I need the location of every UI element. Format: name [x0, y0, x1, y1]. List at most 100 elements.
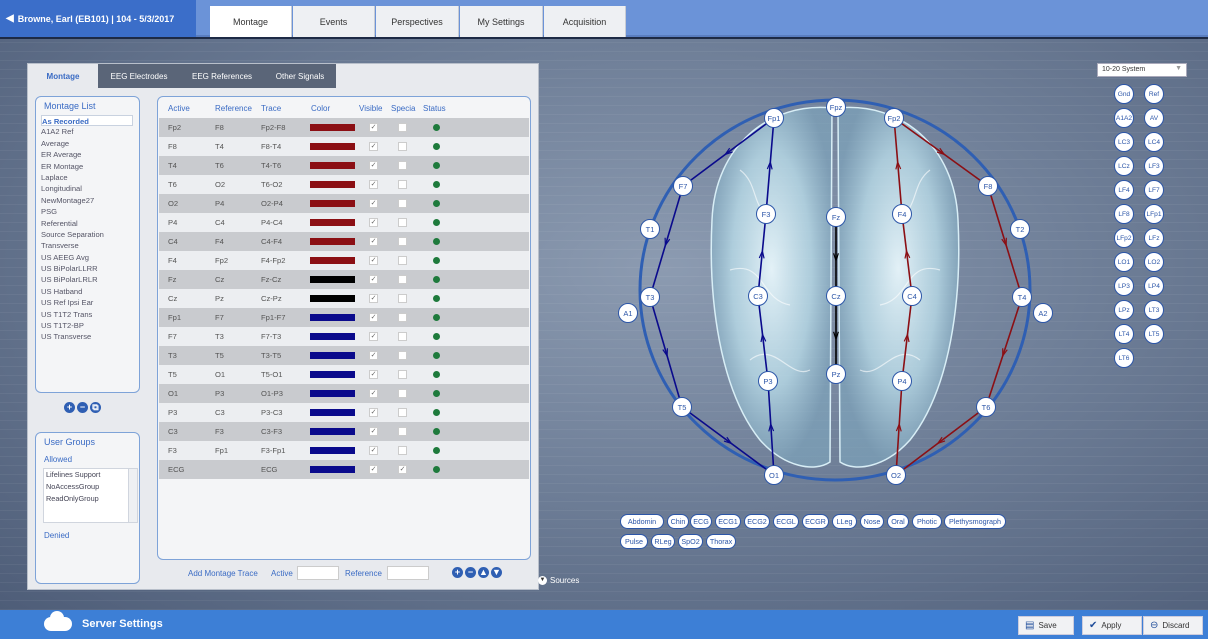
special-checkbox[interactable] [398, 313, 407, 322]
montage-list-item[interactable]: US Ref Ipsi Ear [41, 297, 139, 308]
electrode-T1[interactable]: T1 [640, 219, 660, 239]
signal-pill[interactable]: ECG [690, 514, 712, 529]
signal-pill[interactable]: Chin [667, 514, 689, 529]
extra-electrode[interactable]: LF8 [1114, 204, 1134, 224]
extra-electrode[interactable]: LO1 [1114, 252, 1134, 272]
visible-checkbox[interactable]: ✓ [369, 427, 378, 436]
trace-row[interactable]: O2 P4 O2-P4 ✓ [159, 194, 529, 213]
electrode-T4[interactable]: T4 [1012, 287, 1032, 307]
trace-color-swatch[interactable] [310, 314, 355, 321]
extra-electrode[interactable]: LFz [1144, 228, 1164, 248]
special-checkbox[interactable] [398, 294, 407, 303]
visible-checkbox[interactable]: ✓ [369, 446, 378, 455]
extra-electrode[interactable]: LF4 [1114, 180, 1134, 200]
special-checkbox[interactable] [398, 275, 407, 284]
chevron-down-icon[interactable]: ▼ [1175, 65, 1182, 72]
extra-electrode[interactable]: LO2 [1144, 252, 1164, 272]
discard-button[interactable]: ⊖ Discard [1143, 616, 1203, 635]
visible-checkbox[interactable]: ✓ [369, 408, 378, 417]
save-button[interactable]: ▤ Save [1018, 616, 1074, 635]
visible-checkbox[interactable]: ✓ [369, 465, 378, 474]
electrode-Pz[interactable]: Pz [826, 364, 846, 384]
visible-checkbox[interactable]: ✓ [369, 370, 378, 379]
signal-pill[interactable]: ECGR [802, 514, 829, 529]
signal-pill[interactable]: Pulse [620, 534, 648, 549]
apply-button[interactable]: ✔ Apply [1082, 616, 1142, 635]
electrode-O1[interactable]: O1 [764, 465, 784, 485]
signal-pill[interactable]: Thorax [706, 534, 736, 549]
visible-checkbox[interactable]: ✓ [369, 256, 378, 265]
special-checkbox[interactable] [398, 351, 407, 360]
special-checkbox[interactable] [398, 123, 407, 132]
trace-color-swatch[interactable] [310, 219, 355, 226]
special-checkbox[interactable] [398, 446, 407, 455]
visible-checkbox[interactable]: ✓ [369, 123, 378, 132]
trace-row[interactable]: O1 P3 O1-P3 ✓ [159, 384, 529, 403]
subtab-other-signals[interactable]: Other Signals [264, 64, 336, 88]
signal-pill[interactable]: Abdomin [620, 514, 664, 529]
special-checkbox[interactable] [398, 237, 407, 246]
signal-pill[interactable]: ECGL [773, 514, 799, 529]
trace-row[interactable]: F7 T3 F7-T3 ✓ [159, 327, 529, 346]
visible-checkbox[interactable]: ✓ [369, 199, 378, 208]
visible-checkbox[interactable]: ✓ [369, 332, 378, 341]
electrode-A1[interactable]: A1 [618, 303, 638, 323]
trace-color-swatch[interactable] [310, 238, 355, 245]
add-montage-button[interactable]: + [64, 402, 75, 413]
special-checkbox[interactable] [398, 370, 407, 379]
trace-color-swatch[interactable] [310, 428, 355, 435]
trace-row[interactable]: T6 O2 T6-O2 ✓ [159, 175, 529, 194]
extra-electrode[interactable]: A1A2 [1114, 108, 1134, 128]
extra-electrode[interactable]: LPz [1114, 300, 1134, 320]
electrode-F7[interactable]: F7 [673, 176, 693, 196]
tab-acquisition[interactable]: Acquisition [544, 6, 626, 37]
group-item[interactable]: ReadOnlyGroup [44, 493, 137, 505]
signal-pill[interactable]: Plethysmograph [944, 514, 1006, 529]
subtab-eeg-references[interactable]: EEG References [180, 64, 264, 88]
tab-events[interactable]: Events [293, 6, 375, 37]
trace-color-swatch[interactable] [310, 162, 355, 169]
montage-list-item[interactable]: A1A2 Ref [41, 126, 139, 137]
trace-color-swatch[interactable] [310, 143, 355, 150]
trace-color-swatch[interactable] [310, 371, 355, 378]
extra-electrode[interactable]: Gnd [1114, 84, 1134, 104]
electrode-C3[interactable]: C3 [748, 286, 768, 306]
add-active-input[interactable] [297, 566, 339, 580]
montage-list-item[interactable]: Transverse [41, 240, 139, 251]
montage-list-item[interactable]: Referential [41, 218, 139, 229]
electrode-Cz[interactable]: Cz [826, 286, 846, 306]
signal-pill[interactable]: Nose [860, 514, 884, 529]
trace-color-swatch[interactable] [310, 352, 355, 359]
trace-row[interactable]: C3 F3 C3-F3 ✓ [159, 422, 529, 441]
special-checkbox[interactable] [398, 161, 407, 170]
extra-electrode[interactable]: LP4 [1144, 276, 1164, 296]
montage-list-item[interactable]: NewMontage27 [41, 195, 139, 206]
special-checkbox[interactable] [398, 389, 407, 398]
move-down-button[interactable]: ▼ [491, 567, 502, 578]
electrode-C4[interactable]: C4 [902, 286, 922, 306]
special-checkbox[interactable] [398, 332, 407, 341]
electrode-T2[interactable]: T2 [1010, 219, 1030, 239]
trace-row[interactable]: T3 T5 T3-T5 ✓ [159, 346, 529, 365]
extra-electrode[interactable]: LF3 [1144, 156, 1164, 176]
group-item[interactable]: NoAccessGroup [44, 481, 137, 493]
trace-row[interactable]: Cz Pz Cz-Pz ✓ [159, 289, 529, 308]
extra-electrode[interactable]: LFp1 [1144, 204, 1164, 224]
move-up-button[interactable]: ▲ [478, 567, 489, 578]
signal-pill[interactable]: LLeg [832, 514, 857, 529]
trace-row[interactable]: Fz Cz Fz-Cz ✓ [159, 270, 529, 289]
montage-list-item[interactable]: Laplace [41, 172, 139, 183]
extra-electrode[interactable]: LF7 [1144, 180, 1164, 200]
visible-checkbox[interactable]: ✓ [369, 351, 378, 360]
add-trace-button[interactable]: + [452, 567, 463, 578]
visible-checkbox[interactable]: ✓ [369, 180, 378, 189]
remove-trace-button[interactable]: − [465, 567, 476, 578]
special-checkbox[interactable] [398, 180, 407, 189]
special-checkbox[interactable] [398, 142, 407, 151]
signal-pill[interactable]: RLeg [651, 534, 675, 549]
trace-row[interactable]: T4 T6 T4-T6 ✓ [159, 156, 529, 175]
extra-electrode[interactable]: LT6 [1114, 348, 1134, 368]
electrode-Fz[interactable]: Fz [826, 207, 846, 227]
trace-row[interactable]: F8 T4 F8-T4 ✓ [159, 137, 529, 156]
montage-list-item[interactable]: US T1T2 Trans [41, 309, 139, 320]
